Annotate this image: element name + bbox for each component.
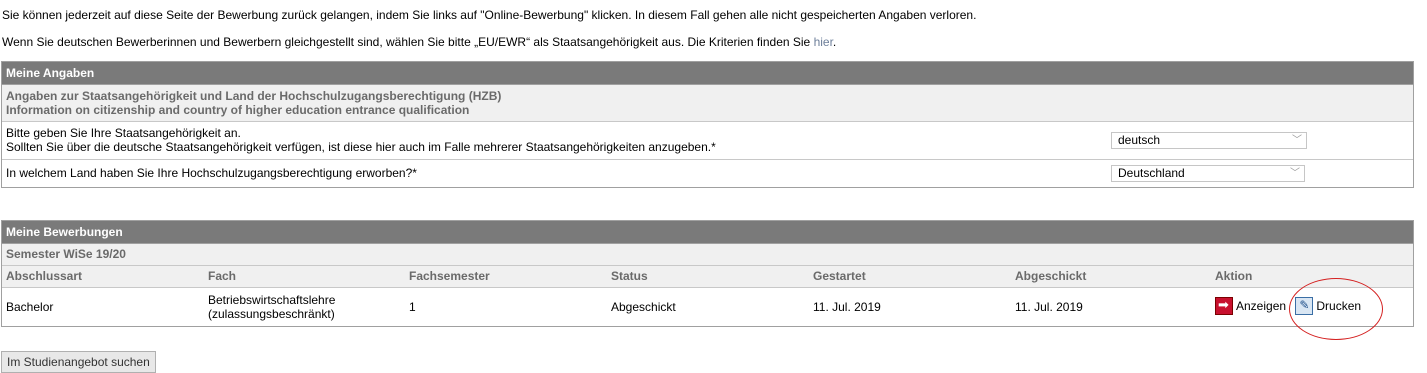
cell-fachsemester: 1: [409, 300, 416, 314]
cell-abschlussart: Bachelor: [6, 300, 54, 314]
intro-text-2-end: .: [832, 35, 837, 49]
arrow-right-icon: [1215, 296, 1233, 315]
citizenship-select-value: deutsch: [1118, 133, 1161, 147]
citizenship-select[interactable]: deutsch ﹀: [1111, 132, 1307, 149]
hzb-country-select[interactable]: Deutschland ﹀: [1111, 165, 1305, 182]
chevron-down-icon: ﹀: [1290, 168, 1300, 179]
chevron-down-icon: ﹀: [1292, 135, 1302, 146]
column-header: Fachsemester: [409, 269, 490, 283]
column-header: Fach: [208, 269, 237, 283]
intro-text-2: Wenn Sie deutschen Bewerberinnen und Bew…: [2, 35, 836, 49]
meine-angaben-title: Meine Angaben: [2, 62, 1413, 85]
column-header: Abschlussart: [6, 269, 83, 283]
cell-fach: Betriebswirtschaftslehre (zulassungsbesc…: [204, 293, 405, 321]
meine-bewerbungen-panel: Meine Bewerbungen Semester WiSe 19/20 Ab…: [1, 220, 1414, 327]
hzb-subheader-en: Information on citizenship and country o…: [6, 103, 470, 117]
show-label: Anzeigen: [1236, 298, 1287, 313]
highlight-circle: [1289, 278, 1383, 340]
hzb-country-select-value: Deutschland: [1118, 166, 1185, 180]
applications-table-header: Abschlussart Fach Fachsemester Status Ge…: [2, 266, 1413, 288]
semester-label: Semester WiSe 19/20: [2, 244, 1413, 266]
citizenship-row: Bitte geben Sie Ihre Staatsangehörigkeit…: [2, 122, 1413, 160]
hzb-country-row: In welchem Land haben Sie Ihre Hochschul…: [2, 160, 1413, 187]
cell-fach-line1: Betriebswirtschaftslehre: [208, 293, 336, 307]
show-button[interactable]: Anzeigen: [1215, 296, 1287, 315]
column-header: Status: [611, 269, 648, 283]
meine-bewerbungen-title: Meine Bewerbungen: [2, 221, 1413, 244]
table-row: Bachelor Betriebswirtschaftslehre (zulas…: [2, 288, 1413, 326]
hzb-subheader-de: Angaben zur Staatsangehörigkeit und Land…: [6, 89, 502, 103]
intro-text-1: Sie können jederzeit auf diese Seite der…: [2, 8, 977, 22]
cell-status: Abgeschickt: [611, 300, 676, 314]
intro-text-2-body: Wenn Sie deutschen Bewerberinnen und Bew…: [2, 35, 814, 49]
column-header: Abgeschickt: [1015, 269, 1087, 283]
column-header: Gestartet: [813, 269, 866, 283]
search-programs-button[interactable]: Im Studienangebot suchen: [1, 351, 156, 373]
cell-fach-line2: (zulassungsbeschränkt): [208, 307, 335, 321]
criteria-link[interactable]: hier: [814, 35, 833, 49]
cell-abgeschickt: 11. Jul. 2019: [1015, 300, 1083, 314]
hzb-subheader: Angaben zur Staatsangehörigkeit und Land…: [2, 85, 1413, 122]
meine-angaben-panel: Meine Angaben Angaben zur Staatsangehöri…: [1, 61, 1414, 188]
cell-gestartet: 11. Jul. 2019: [813, 300, 881, 314]
